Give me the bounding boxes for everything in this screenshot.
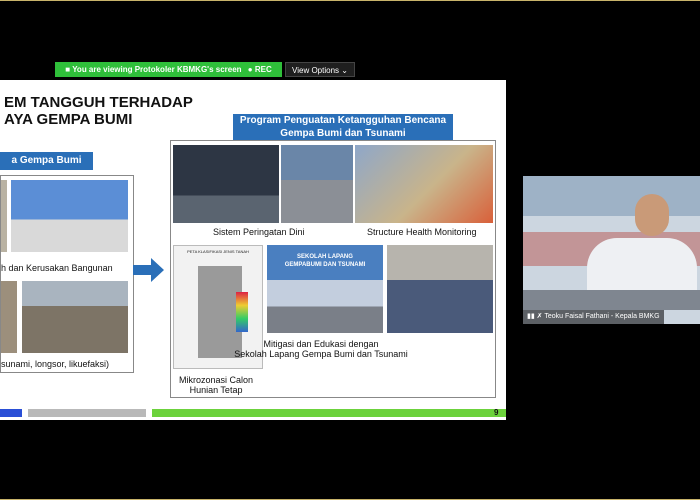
right-label-line1: Program Penguatan Ketangguhan Bencana: [239, 115, 447, 126]
caption-mitigation-line2: Sekolah Lapang Gempa Bumi dan Tsunami: [234, 349, 408, 359]
slide-page-number: 9: [494, 408, 499, 417]
caption-mitigation-line1: Mitigasi dan Edukasi dengan: [263, 339, 379, 349]
chevron-down-icon: ⌄: [341, 66, 348, 75]
top-border: [0, 0, 700, 1]
banner-text: You are viewing Protokoler KBMKG's scree…: [72, 65, 242, 74]
photo-hazard-map: [355, 145, 493, 223]
poster-title2: GEMPABUMI DAN TSUNAMI: [284, 262, 366, 268]
video-background-windows: [523, 176, 700, 216]
right-panel: Sistem Peringatan Dini Structure Health …: [170, 140, 496, 398]
participant-name: Teoku Faisal Fathani - Kepala BMKG: [544, 313, 660, 320]
photo-officials: [281, 145, 353, 223]
bottom-bar-blue: [0, 409, 22, 417]
photo-students: [387, 245, 493, 333]
mic-muted-icon: ✗: [536, 313, 543, 320]
photo-damage-edge: [1, 180, 7, 252]
bottom-bar-gray: [28, 409, 146, 417]
photo-landslide-edge: [1, 281, 17, 353]
left-section-label: a Gempa Bumi: [0, 152, 93, 170]
video-desk: [523, 290, 700, 310]
caption-microzonation-line2: Hunian Tetap: [189, 385, 243, 395]
signal-icon: ▮▮: [527, 313, 535, 320]
right-section-label: Program Penguatan Ketangguhan Bencana Ge…: [233, 114, 453, 140]
photo-control-room: [173, 145, 279, 223]
caption-tsunami: sunami, longsor, likuefaksi): [1, 359, 110, 369]
shared-slide: EM TANGGUH TERHADAP AYA GEMPA BUMI a Gem…: [0, 80, 506, 420]
caption-microzonation-line1: Mikrozonasi Calon: [179, 375, 254, 385]
photo-tsunami-debris: [22, 281, 128, 353]
participant-face: [635, 194, 669, 236]
map-legend: [236, 292, 248, 332]
right-label-line2: Gempa Bumi dan Tsunami: [280, 128, 406, 139]
participant-video-tile[interactable]: ▮▮ ✗ Teoku Faisal Fathani - Kepala BMKG: [523, 176, 700, 324]
view-options-button[interactable]: View Options ⌄: [285, 62, 355, 77]
caption-microzonation: Mikrozonasi Calon Hunian Tetap: [179, 375, 253, 395]
right-arrow-icon: [133, 258, 164, 282]
caption-structure-health: Structure Health Monitoring: [367, 227, 477, 237]
caption-early-warning: Sistem Peringatan Dini: [213, 227, 305, 237]
rec-indicator: ● REC: [247, 65, 272, 74]
slide-title-line2: AYA GEMPA BUMI: [4, 111, 133, 128]
bottom-bar-green: [152, 409, 506, 417]
photo-school-poster: SEKOLAH LAPANG GEMPABUMI DAN TSUNAMI: [267, 245, 383, 333]
rec-label: REC: [254, 65, 272, 74]
photo-damaged-building: [11, 180, 128, 252]
poster-text: SEKOLAH LAPANG GEMPABUMI DAN TSUNAMI: [267, 245, 383, 269]
map-title: PETA KLASIFIKASI JENIS TANAH: [187, 249, 249, 254]
slide-title: EM TANGGUH TERHADAP AYA GEMPA BUMI: [4, 94, 193, 128]
view-options-label: View Options: [292, 66, 340, 75]
mic-icon: ■: [65, 65, 71, 74]
slide-title-line1: EM TANGGUH TERHADAP: [4, 94, 193, 111]
poster-title1: SEKOLAH LAPANG: [297, 254, 353, 260]
caption-damage: h dan Kerusakan Bangunan: [1, 263, 113, 273]
left-panel: h dan Kerusakan Bangunan sunami, longsor…: [0, 175, 134, 373]
participant-name-bar: ▮▮ ✗ Teoku Faisal Fathani - Kepala BMKG: [523, 310, 664, 324]
screen-share-banner: ■ You are viewing Protokoler KBMKG's scr…: [55, 62, 282, 77]
